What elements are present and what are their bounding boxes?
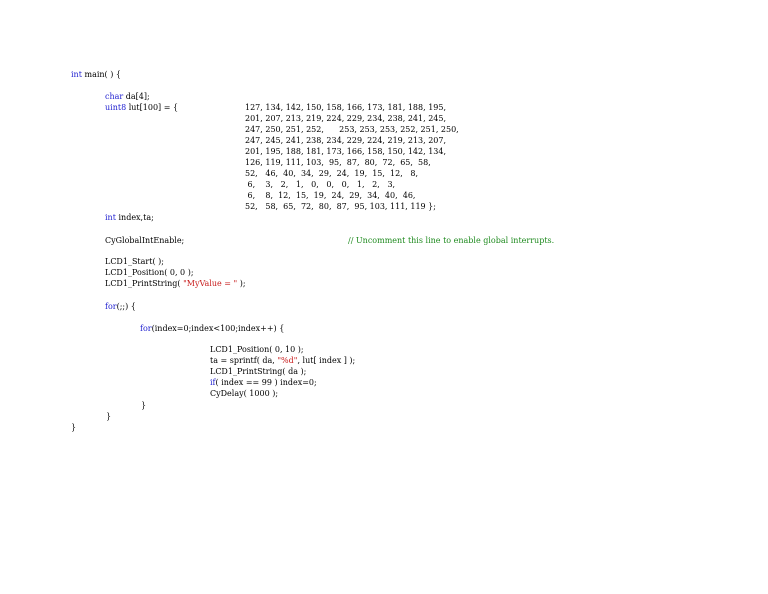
lut-row: 6, 8, 12, 15, 19, 24, 29, 34, 40, 46, bbox=[245, 191, 416, 200]
lut-row: 247, 250, 251, 252, 253, 253, 253, 252, … bbox=[245, 125, 459, 134]
index-declaration: int index,ta; bbox=[105, 213, 154, 223]
if-rest: ( index == 99 ) index=0; bbox=[215, 378, 317, 387]
lut-row: 52, 58, 65, 72, 80, 87, 95, 103, 111, 11… bbox=[245, 202, 436, 211]
lut-row: 201, 195, 188, 181, 173, 166, 158, 150, … bbox=[245, 147, 447, 156]
for-keyword: for bbox=[140, 324, 152, 333]
inner-position-statement: LCD1_Position( 0, 10 ); bbox=[210, 345, 304, 354]
main-declaration: int main( ) { bbox=[71, 70, 121, 80]
cyglobal-statement: CyGlobalIntEnable; bbox=[105, 236, 185, 245]
outer-for-loop: for(;;) { bbox=[105, 302, 136, 312]
lut-row: 126, 119, 111, 103, 95, 87, 80, 72, 65, … bbox=[245, 158, 431, 167]
char-keyword: char bbox=[105, 92, 124, 101]
outer-for-rest: (;;) { bbox=[116, 302, 136, 311]
format-string-literal: "%d" bbox=[277, 356, 298, 365]
lut-row: 247, 245, 241, 238, 234, 229, 224, 219, … bbox=[245, 136, 447, 145]
inner-for-loop: for(index=0;index<100;index++) { bbox=[140, 324, 284, 334]
string-literal: "MyValue = " bbox=[183, 279, 238, 288]
lcd-position-statement: LCD1_Position( 0, 0 ); bbox=[105, 268, 194, 277]
lut-row: 52, 46, 40, 34, 29, 24, 19, 15, 12, 8, bbox=[245, 169, 418, 178]
lut-rest: lut[100] = { bbox=[126, 103, 179, 112]
lut-declaration: uint8 lut[100] = { bbox=[105, 103, 178, 113]
uint8-keyword: uint8 bbox=[105, 103, 127, 112]
outer-for-close-brace: } bbox=[106, 412, 112, 421]
int-keyword: int bbox=[105, 213, 116, 222]
inner-print-statement: LCD1_PrintString( da ); bbox=[210, 367, 307, 376]
cydelay-statement: CyDelay( 1000 ); bbox=[210, 389, 279, 398]
inner-for-close-brace: } bbox=[141, 401, 147, 410]
int-keyword: int bbox=[71, 70, 82, 79]
cyglobal-comment: // Uncomment this line to enable global … bbox=[348, 236, 555, 245]
code-page: int main( ) { char da[4]; uint8 lut[100]… bbox=[0, 0, 768, 594]
lcd-start-statement: LCD1_Start( ); bbox=[105, 257, 164, 266]
lut-row: 127, 134, 142, 150, 158, 166, 173, 181, … bbox=[245, 103, 447, 112]
sprintf-call: ta = sprintf( da, bbox=[210, 356, 278, 365]
lcd-print-call: LCD1_PrintString( bbox=[105, 279, 184, 288]
lcd-print-close: ); bbox=[237, 279, 246, 288]
sprintf-args: , lut[ index ] ); bbox=[297, 356, 356, 365]
main-signature: main( ) { bbox=[81, 70, 121, 79]
main-close-brace: } bbox=[71, 423, 77, 432]
sprintf-statement: ta = sprintf( da, "%d", lut[ index ] ); bbox=[210, 356, 355, 366]
lut-row: 6, 3, 2, 1, 0, 0, 0, 1, 2, 3, bbox=[245, 180, 396, 189]
lcd-print-statement: LCD1_PrintString( "MyValue = " ); bbox=[105, 279, 246, 289]
for-keyword: for bbox=[105, 302, 117, 311]
char-declaration: char da[4]; bbox=[105, 92, 150, 102]
inner-for-rest: (index=0;index<100;index++) { bbox=[151, 324, 285, 333]
char-rest: da[4]; bbox=[123, 92, 150, 101]
index-rest: index,ta; bbox=[115, 213, 154, 222]
lut-row: 201, 207, 213, 219, 224, 229, 234, 238, … bbox=[245, 114, 447, 123]
if-statement: if( index == 99 ) index=0; bbox=[210, 378, 317, 388]
